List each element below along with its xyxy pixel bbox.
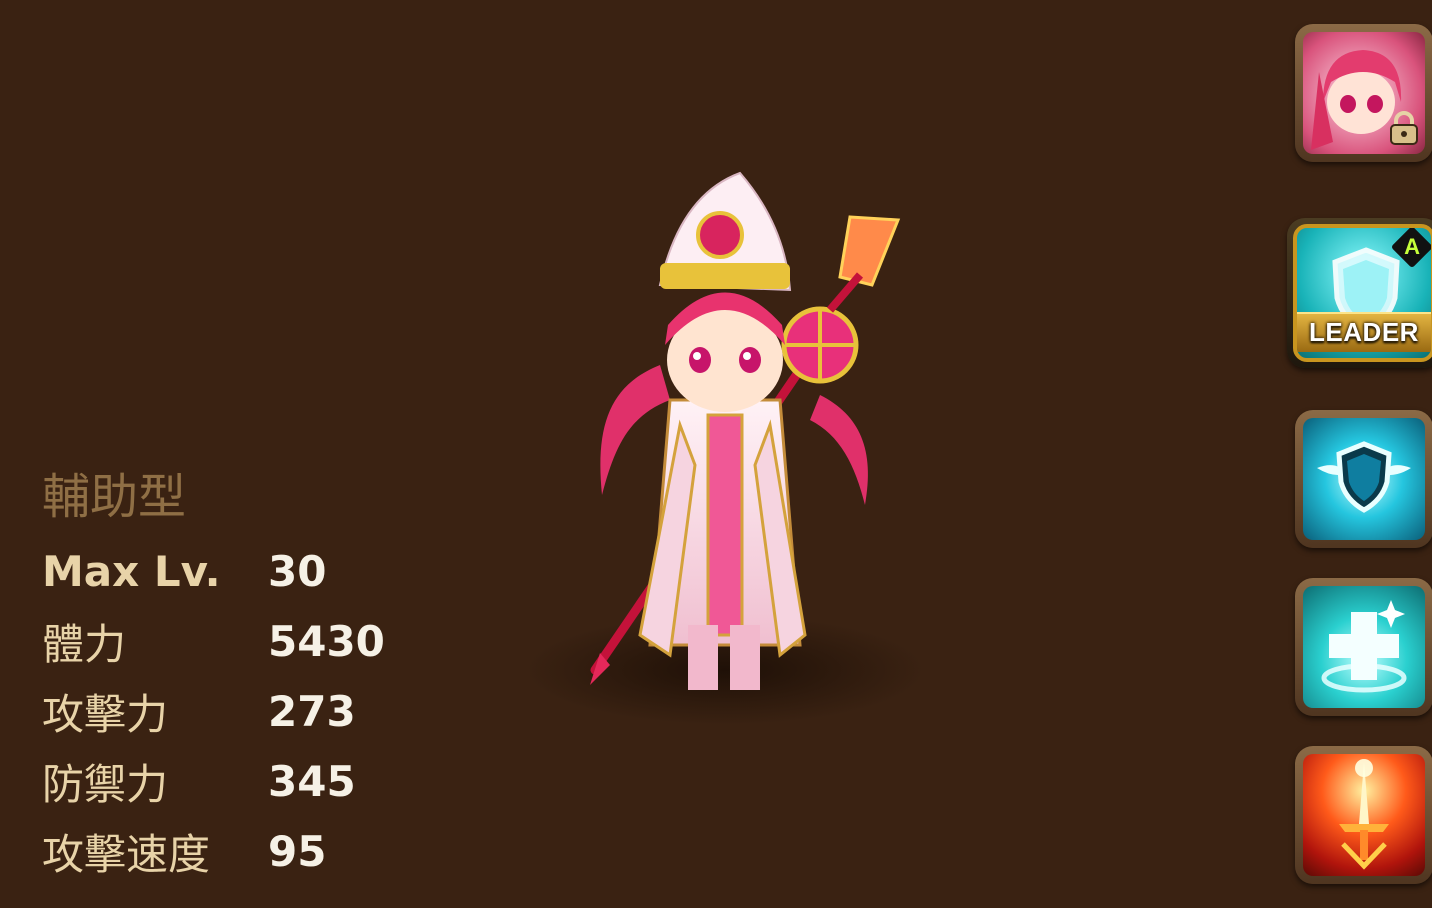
lock-icon bbox=[1387, 110, 1421, 150]
skill-2-button[interactable] bbox=[1295, 578, 1432, 716]
stat-value: 273 bbox=[268, 686, 356, 736]
stat-value: 30 bbox=[268, 546, 327, 596]
monster-figure-icon bbox=[525, 171, 925, 725]
stat-label: 體力 bbox=[42, 619, 127, 669]
stats-panel: 輔助型 Max Lv. 30 體力 5430 攻擊力 273 防禦力 345 攻… bbox=[42, 466, 385, 886]
skill-1-button[interactable] bbox=[1295, 410, 1432, 548]
leader-skill-button[interactable]: A LEADER bbox=[1287, 218, 1432, 368]
sword-icon bbox=[1303, 754, 1425, 876]
stat-label: Max Lv. bbox=[42, 546, 221, 596]
leader-label: LEADER bbox=[1309, 317, 1419, 347]
right-sidebar: A LEADER bbox=[1232, 0, 1432, 908]
monster-portrait-button[interactable] bbox=[1295, 24, 1432, 162]
monster-model bbox=[520, 165, 940, 725]
stat-value: 5430 bbox=[268, 616, 385, 666]
stat-row-attack: 攻擊力 273 bbox=[42, 676, 385, 746]
monster-portrait-icon bbox=[1303, 32, 1425, 154]
stat-row-max-level: Max Lv. 30 bbox=[42, 536, 385, 606]
monster-type: 輔助型 bbox=[42, 469, 187, 525]
stat-label: 攻擊速度 bbox=[42, 829, 211, 879]
winged-shield-icon bbox=[1303, 418, 1425, 540]
heal-cross-icon bbox=[1303, 586, 1425, 708]
stat-label: 攻擊力 bbox=[42, 689, 169, 739]
stat-row-defense: 防禦力 345 bbox=[42, 746, 385, 816]
grade-badge-label: A bbox=[1404, 234, 1420, 259]
stat-row-speed: 攻擊速度 95 bbox=[42, 816, 385, 886]
skill-3-button[interactable] bbox=[1295, 746, 1432, 884]
leader-skill-frame: A LEADER bbox=[1293, 224, 1432, 362]
stat-label: 防禦力 bbox=[42, 759, 169, 809]
stat-value: 95 bbox=[268, 826, 327, 876]
stat-value: 345 bbox=[268, 756, 356, 806]
stat-row-hp: 體力 5430 bbox=[42, 606, 385, 676]
